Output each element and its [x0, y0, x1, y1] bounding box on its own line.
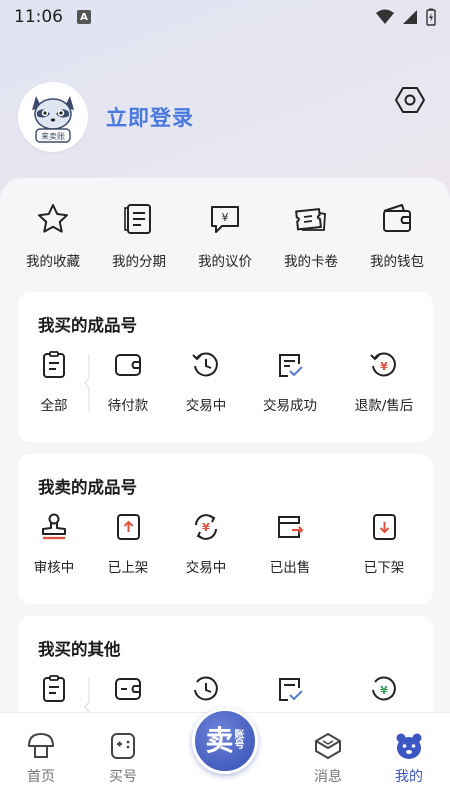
buy-orders-row: 全部 待付款 交易中 交易成功 ¥ 退款/售后: [18, 350, 433, 430]
wifi-icon: [376, 9, 394, 24]
sell-item-label: 已出售: [269, 560, 311, 576]
sell-item-in-transaction[interactable]: ¥ 交易中: [166, 512, 246, 576]
svg-text:¥: ¥: [380, 684, 388, 697]
other-item-all[interactable]: [14, 674, 94, 704]
clock-icon: [192, 352, 218, 377]
refund-icon: ¥: [372, 676, 396, 701]
tab-messages[interactable]: 消息: [298, 731, 358, 786]
profile-header: 来卖账 立即登录: [0, 80, 450, 156]
status-time: 11:06: [14, 7, 63, 27]
wallet-icon: [383, 204, 411, 232]
installment-icon: [124, 204, 151, 234]
sell-item-label: 已上架: [107, 560, 149, 576]
quick-item-label: 我的钱包: [370, 254, 424, 270]
sell-orders-row: 审核中 已上架 ¥ 交易中 已出售 已下架: [18, 512, 433, 592]
bargain-icon: ¥: [211, 206, 239, 233]
buy-item-pending-payment[interactable]: 待付款: [88, 350, 168, 414]
card-title: 我买的成品号: [38, 316, 137, 335]
other-item-pending-payment[interactable]: [88, 674, 168, 704]
svg-text:¥: ¥: [222, 211, 229, 224]
quick-item-coupons[interactable]: 我的卡卷: [273, 202, 349, 270]
tab-label: 消息: [314, 769, 342, 785]
raccoon-mascot-icon: 来卖账: [32, 96, 74, 143]
quick-item-label: 我的分期: [112, 254, 166, 270]
star-icon: [38, 204, 68, 233]
other-item-refund[interactable]: ¥: [344, 674, 424, 704]
quick-item-bargain[interactable]: ¥ 我的议价: [187, 202, 263, 270]
buy-item-label: 退款/售后: [354, 398, 414, 414]
settings-icon: [395, 87, 425, 113]
sell-item-label: 审核中: [33, 560, 75, 576]
sell-item-listed[interactable]: 已上架: [88, 512, 168, 576]
sell-button-main-text: 卖: [205, 724, 234, 757]
tab-buy[interactable]: 买号: [93, 731, 153, 786]
quick-item-installment[interactable]: 我的分期: [101, 202, 177, 270]
buy-item-in-transaction[interactable]: 交易中: [166, 350, 246, 414]
buy-orders-card: 我买的成品号 全部 待付款 交易中 交易成功 ¥ 退款/售后: [18, 292, 433, 442]
buy-item-label: 全部: [40, 398, 68, 414]
sell-account-button[interactable]: 卖 账 号: [192, 708, 258, 774]
signal-icon: [403, 10, 417, 24]
tab-mine[interactable]: 我的: [379, 731, 439, 786]
sell-button-sub-bottom: 号: [234, 740, 245, 751]
sell-button-sub: 账 号: [234, 730, 245, 752]
arrow-up-box-icon: [117, 514, 140, 540]
sell-item-sold[interactable]: 已出售: [250, 512, 330, 576]
sell-orders-card: 我卖的成品号 审核中 已上架 ¥ 交易中 已出售 已下架: [18, 454, 433, 604]
tab-label: 买号: [109, 769, 137, 785]
tab-home[interactable]: 首页: [11, 731, 71, 786]
wallet-pending-icon: [115, 354, 141, 376]
settings-button[interactable]: [394, 84, 426, 116]
quick-item-label: 我的收藏: [26, 254, 80, 270]
tab-label: 首页: [27, 769, 55, 785]
input-method-icon: A: [77, 10, 91, 24]
sell-item-label: 交易中: [185, 560, 227, 576]
clipboard-icon: [43, 351, 65, 378]
quick-item-wallet[interactable]: 我的钱包: [359, 202, 435, 270]
avatar[interactable]: 来卖账: [18, 82, 88, 152]
sell-item-reviewing[interactable]: 审核中: [14, 512, 94, 576]
exchange-icon: ¥: [195, 514, 217, 540]
other-item-success[interactable]: [250, 674, 330, 704]
buy-item-success[interactable]: 交易成功: [250, 350, 330, 414]
buy-item-label: 待付款: [107, 398, 149, 414]
card-title: 我买的其他: [38, 640, 121, 659]
clock-icon: [194, 676, 218, 701]
home-mushroom-icon: [28, 733, 54, 758]
message-box-icon: [315, 733, 341, 759]
quick-item-favorites[interactable]: 我的收藏: [15, 202, 91, 270]
buy-item-label: 交易成功: [263, 398, 317, 414]
stamp-icon: [42, 513, 66, 540]
gamepad-icon: [111, 733, 135, 759]
other-item-in-transaction[interactable]: [166, 674, 246, 704]
document-check-icon: [279, 678, 303, 701]
battery-icon: [426, 8, 436, 26]
wallet-pending-icon: [115, 678, 141, 700]
login-link[interactable]: 立即登录: [106, 102, 194, 132]
quick-actions: 我的收藏 我的分期 ¥ 我的议价 我的卡卷 我的钱包: [0, 202, 450, 270]
arrow-down-box-icon: [373, 514, 396, 540]
coupon-icon: [295, 208, 326, 231]
card-title: 我卖的成品号: [38, 478, 137, 497]
box-sold-icon: [278, 516, 304, 538]
sell-item-delisted[interactable]: 已下架: [344, 512, 424, 576]
buy-item-label: 交易中: [185, 398, 227, 414]
sell-item-label: 已下架: [363, 560, 405, 576]
svg-text:¥: ¥: [380, 360, 388, 373]
content-sheet: 我的收藏 我的分期 ¥ 我的议价 我的卡卷 我的钱包 我买的成品号 全部 待付款…: [0, 178, 450, 766]
quick-item-label: 我的卡卷: [284, 254, 338, 270]
buy-item-refund[interactable]: ¥ 退款/售后: [344, 350, 424, 414]
svg-text:¥: ¥: [202, 521, 210, 534]
buy-item-all[interactable]: 全部: [14, 350, 94, 414]
quick-item-label: 我的议价: [198, 254, 252, 270]
clipboard-icon: [43, 675, 65, 702]
bear-face-icon: [396, 733, 422, 759]
avatar-caption: 来卖账: [41, 132, 65, 141]
tab-label: 我的: [395, 769, 423, 785]
status-bar: 11:06 A: [0, 0, 450, 34]
document-check-icon: [279, 354, 303, 377]
refund-icon: ¥: [370, 352, 396, 377]
